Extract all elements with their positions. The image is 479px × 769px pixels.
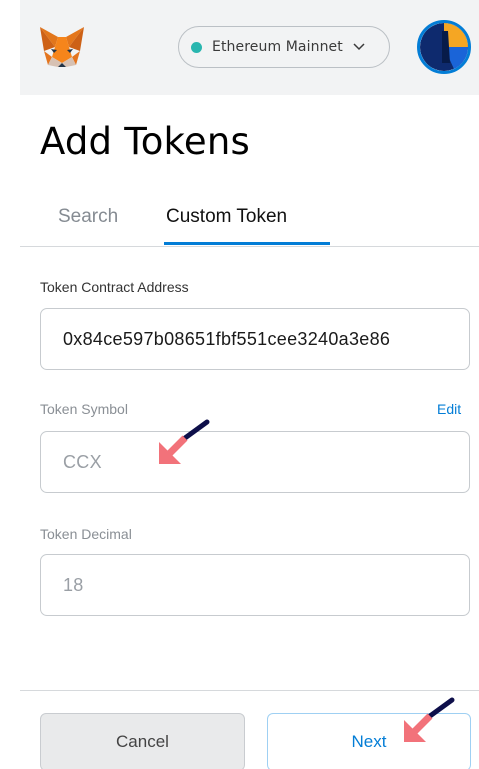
token-symbol-label: Token Symbol — [40, 401, 128, 417]
token-symbol-value: CCX — [63, 451, 102, 472]
network-label: Ethereum Mainnet — [212, 39, 343, 55]
app-header: Ethereum Mainnet — [20, 0, 479, 95]
token-decimal-label: Token Decimal — [40, 526, 132, 542]
next-button[interactable]: Next — [267, 713, 471, 769]
tab-search[interactable]: Search — [58, 206, 118, 228]
metamask-fox-icon[interactable] — [38, 23, 86, 71]
cancel-button[interactable]: Cancel — [40, 713, 245, 769]
contract-address-input[interactable]: 0x84ce597b08651fbf551cee3240a3e86 — [40, 308, 470, 370]
account-avatar-icon[interactable] — [417, 20, 471, 74]
tab-bar: Search Custom Token — [20, 196, 479, 247]
footer-divider — [20, 690, 479, 691]
edit-symbol-link[interactable]: Edit — [437, 401, 461, 417]
network-status-dot — [191, 41, 202, 53]
token-decimal-input: 18 — [40, 554, 470, 616]
network-selector[interactable]: Ethereum Mainnet — [178, 26, 390, 68]
contract-address-label: Token Contract Address — [40, 279, 189, 295]
tab-custom-token[interactable]: Custom Token — [166, 206, 287, 228]
chevron-down-icon — [353, 43, 365, 51]
contract-address-value: 0x84ce597b08651fbf551cee3240a3e86 — [63, 328, 391, 349]
page-title: Add Tokens — [40, 120, 250, 163]
token-decimal-value: 18 — [63, 574, 84, 595]
token-symbol-input[interactable]: CCX — [40, 431, 470, 493]
active-tab-indicator — [164, 242, 330, 245]
add-tokens-screen: Ethereum Mainnet Add Tokens Search Custo… — [0, 0, 479, 769]
